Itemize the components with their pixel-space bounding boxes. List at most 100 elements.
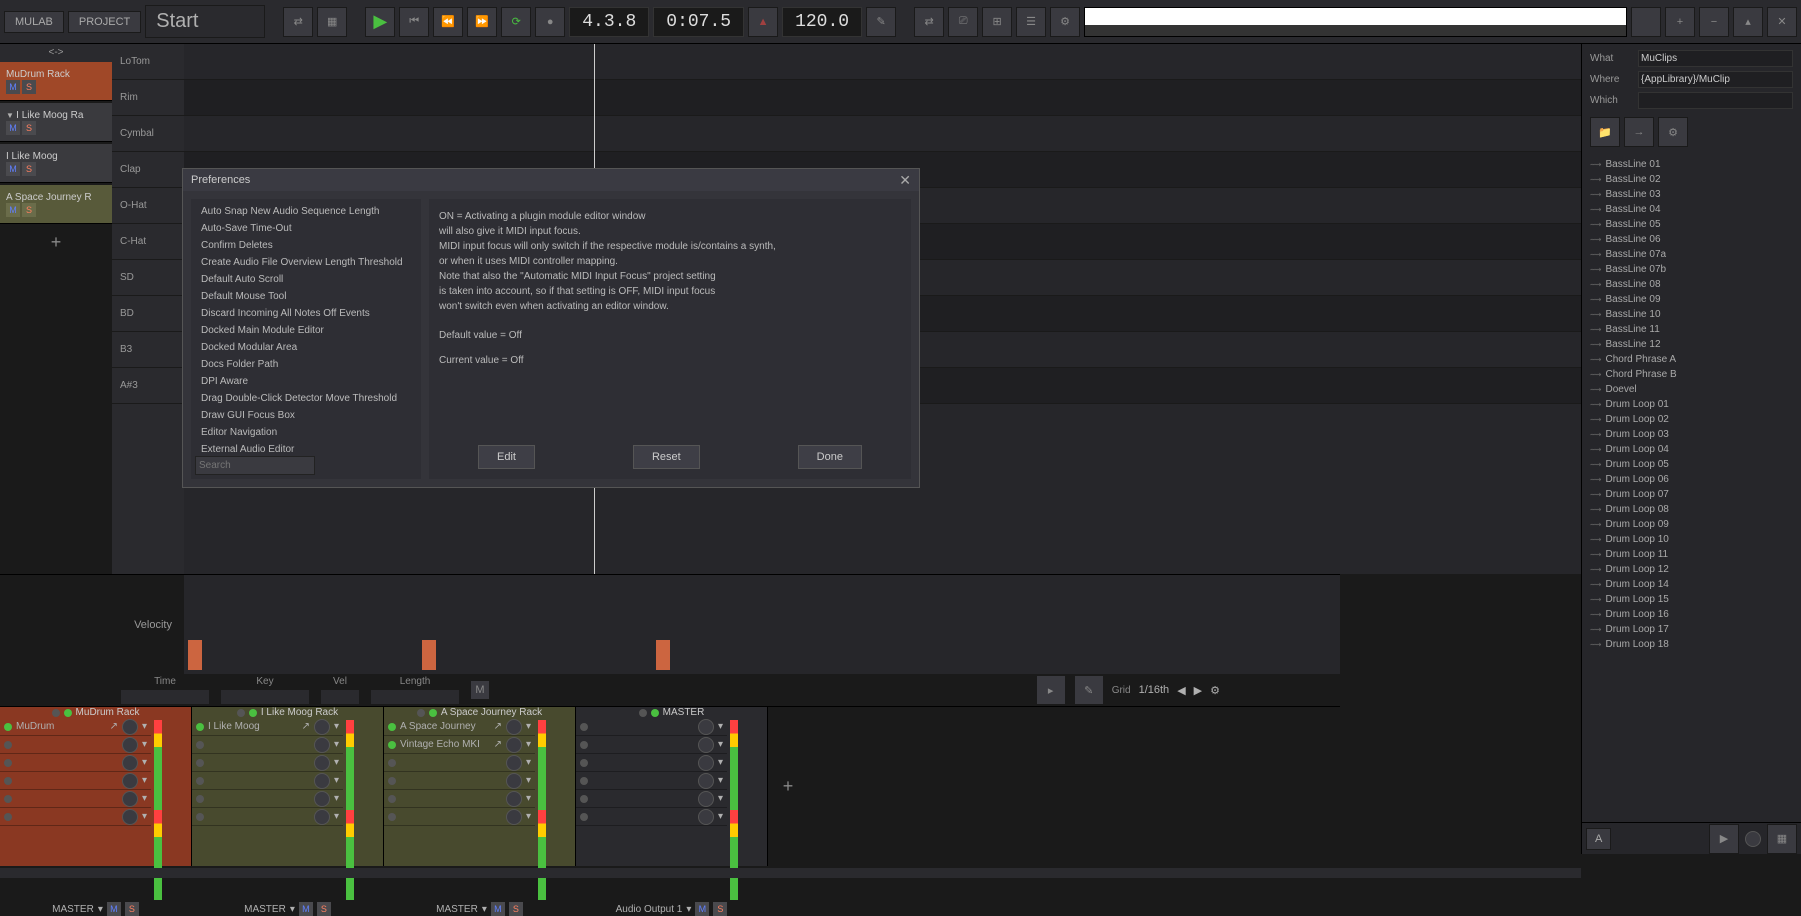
project-title[interactable]: Start bbox=[145, 5, 265, 38]
slot-knob[interactable] bbox=[698, 737, 714, 753]
solo-button[interactable]: S bbox=[22, 121, 36, 135]
roll-row[interactable] bbox=[184, 116, 1801, 152]
pointer-tool-icon[interactable]: ▸ bbox=[1036, 675, 1066, 705]
mute-button[interactable]: M bbox=[6, 121, 20, 135]
browser-item[interactable]: Drum Loop 01 bbox=[1582, 397, 1801, 412]
slot-knob[interactable] bbox=[122, 719, 138, 735]
slot-knob[interactable] bbox=[314, 773, 330, 789]
browser-item[interactable]: Chord Phrase B bbox=[1582, 367, 1801, 382]
slot-knob[interactable] bbox=[698, 755, 714, 771]
track-item[interactable]: I Like MoogMS bbox=[0, 144, 112, 183]
insert-slot[interactable]: ▾ bbox=[384, 772, 535, 790]
close-icon[interactable]: ✕ bbox=[1767, 7, 1797, 37]
insert-slot[interactable]: ▾ bbox=[0, 790, 151, 808]
insert-slot[interactable]: ▾ bbox=[576, 790, 727, 808]
dropdown-icon[interactable]: ▾ bbox=[142, 739, 147, 750]
done-button[interactable]: Done bbox=[798, 445, 862, 469]
slot-knob[interactable] bbox=[698, 773, 714, 789]
pref-item[interactable]: Create Audio File Overview Length Thresh… bbox=[195, 254, 417, 271]
browser-item[interactable]: BassLine 01 bbox=[1582, 157, 1801, 172]
browser-gear-icon[interactable]: ⚙ bbox=[1658, 117, 1688, 147]
dropdown-icon[interactable]: ▾ bbox=[526, 775, 531, 786]
edit-button[interactable]: Edit bbox=[478, 445, 535, 469]
insert-slot[interactable]: ▾ bbox=[576, 772, 727, 790]
pref-item[interactable]: Auto-Save Time-Out bbox=[195, 220, 417, 237]
slot-knob[interactable] bbox=[314, 809, 330, 825]
ch-dot-icon[interactable] bbox=[417, 709, 425, 717]
output-label[interactable]: MASTER bbox=[436, 904, 478, 915]
slot-active-icon[interactable] bbox=[196, 777, 204, 785]
dropdown-icon[interactable]: ▾ bbox=[142, 757, 147, 768]
dropdown-icon[interactable]: ▾ bbox=[98, 904, 103, 915]
grid-next-icon[interactable]: ▶ bbox=[1194, 684, 1202, 697]
sliders-icon[interactable]: ⎚ bbox=[948, 7, 978, 37]
slot-knob[interactable] bbox=[506, 755, 522, 771]
solo-button[interactable]: S bbox=[713, 902, 727, 916]
pref-item[interactable]: Draw GUI Focus Box bbox=[195, 407, 417, 424]
vel-input[interactable] bbox=[320, 689, 360, 705]
expand-icon[interactable]: ↗ bbox=[110, 721, 118, 732]
slot-active-icon[interactable] bbox=[580, 741, 588, 749]
track-item[interactable]: A Space Journey RMS bbox=[0, 185, 112, 224]
solo-button[interactable]: S bbox=[22, 80, 36, 94]
browser-item[interactable]: BassLine 07a bbox=[1582, 247, 1801, 262]
slot-knob[interactable] bbox=[122, 809, 138, 825]
slot-knob[interactable] bbox=[506, 791, 522, 807]
slot-knob[interactable] bbox=[506, 737, 522, 753]
browser-item[interactable]: BassLine 02 bbox=[1582, 172, 1801, 187]
slot-knob[interactable] bbox=[122, 737, 138, 753]
maximize-icon[interactable]: ▴ bbox=[1733, 7, 1763, 37]
solo-button[interactable]: S bbox=[22, 203, 36, 217]
ch-dot-icon[interactable] bbox=[429, 709, 437, 717]
key-input[interactable] bbox=[220, 689, 310, 705]
slot-active-icon[interactable] bbox=[580, 723, 588, 731]
browser-item[interactable]: BassLine 04 bbox=[1582, 202, 1801, 217]
slot-active-icon[interactable] bbox=[4, 741, 12, 749]
slot-active-icon[interactable] bbox=[580, 795, 588, 803]
browser-item[interactable]: BassLine 12 bbox=[1582, 337, 1801, 352]
slot-knob[interactable] bbox=[314, 737, 330, 753]
dropdown-icon[interactable]: ▾ bbox=[334, 775, 339, 786]
pref-search-input[interactable] bbox=[195, 456, 315, 475]
dropdown-icon[interactable]: ▾ bbox=[334, 793, 339, 804]
browser-item[interactable]: Drum Loop 18 bbox=[1582, 637, 1801, 652]
slot-knob[interactable] bbox=[698, 791, 714, 807]
arrow-icon[interactable]: → bbox=[1624, 117, 1654, 147]
forward-icon[interactable]: ⏩ bbox=[467, 7, 497, 37]
slot-active-icon[interactable] bbox=[196, 813, 204, 821]
velocity-bar[interactable] bbox=[188, 640, 202, 670]
browser-item[interactable]: Chord Phrase A bbox=[1582, 352, 1801, 367]
insert-slot[interactable]: ▾ bbox=[192, 772, 343, 790]
insert-slot[interactable]: ▾ bbox=[576, 808, 727, 826]
expand-icon[interactable]: ↗ bbox=[302, 721, 310, 732]
browser-item[interactable]: Drum Loop 02 bbox=[1582, 412, 1801, 427]
browser-item[interactable]: Drum Loop 09 bbox=[1582, 517, 1801, 532]
dropdown-icon[interactable]: ▾ bbox=[526, 793, 531, 804]
gear-icon[interactable]: ⚙ bbox=[1050, 7, 1080, 37]
insert-slot[interactable]: ▾ bbox=[192, 808, 343, 826]
mute-button[interactable]: M bbox=[6, 162, 20, 176]
track-item[interactable]: MuDrum RackMS bbox=[0, 62, 112, 101]
pref-item[interactable]: Default Auto Scroll bbox=[195, 271, 417, 288]
ch-dot-icon[interactable] bbox=[639, 709, 647, 717]
metronome-icon[interactable]: ▲ bbox=[748, 7, 778, 37]
pref-item[interactable]: Confirm Deletes bbox=[195, 237, 417, 254]
dropdown-icon[interactable]: ▾ bbox=[718, 757, 723, 768]
slot-active-icon[interactable] bbox=[388, 777, 396, 785]
slot-knob[interactable] bbox=[122, 791, 138, 807]
insert-slot[interactable]: ▾ bbox=[384, 790, 535, 808]
add-track-button[interactable]: + bbox=[0, 226, 112, 259]
slot-knob[interactable] bbox=[314, 719, 330, 735]
browser-panel-icon[interactable]: ▦ bbox=[1767, 824, 1797, 854]
velocity-content[interactable] bbox=[184, 575, 1340, 674]
insert-slot[interactable]: ▾ bbox=[384, 754, 535, 772]
grid-settings-icon[interactable]: ⚙ bbox=[1210, 684, 1220, 697]
insert-slot[interactable]: ▾ bbox=[576, 718, 727, 736]
reset-button[interactable]: Reset bbox=[633, 445, 700, 469]
slot-active-icon[interactable] bbox=[196, 795, 204, 803]
browser-item[interactable]: BassLine 06 bbox=[1582, 232, 1801, 247]
dropdown-icon[interactable]: ▾ bbox=[142, 721, 147, 732]
insert-slot[interactable]: ▾ bbox=[192, 736, 343, 754]
mute-button[interactable]: M bbox=[107, 902, 121, 916]
output-label[interactable]: MASTER bbox=[244, 904, 286, 915]
